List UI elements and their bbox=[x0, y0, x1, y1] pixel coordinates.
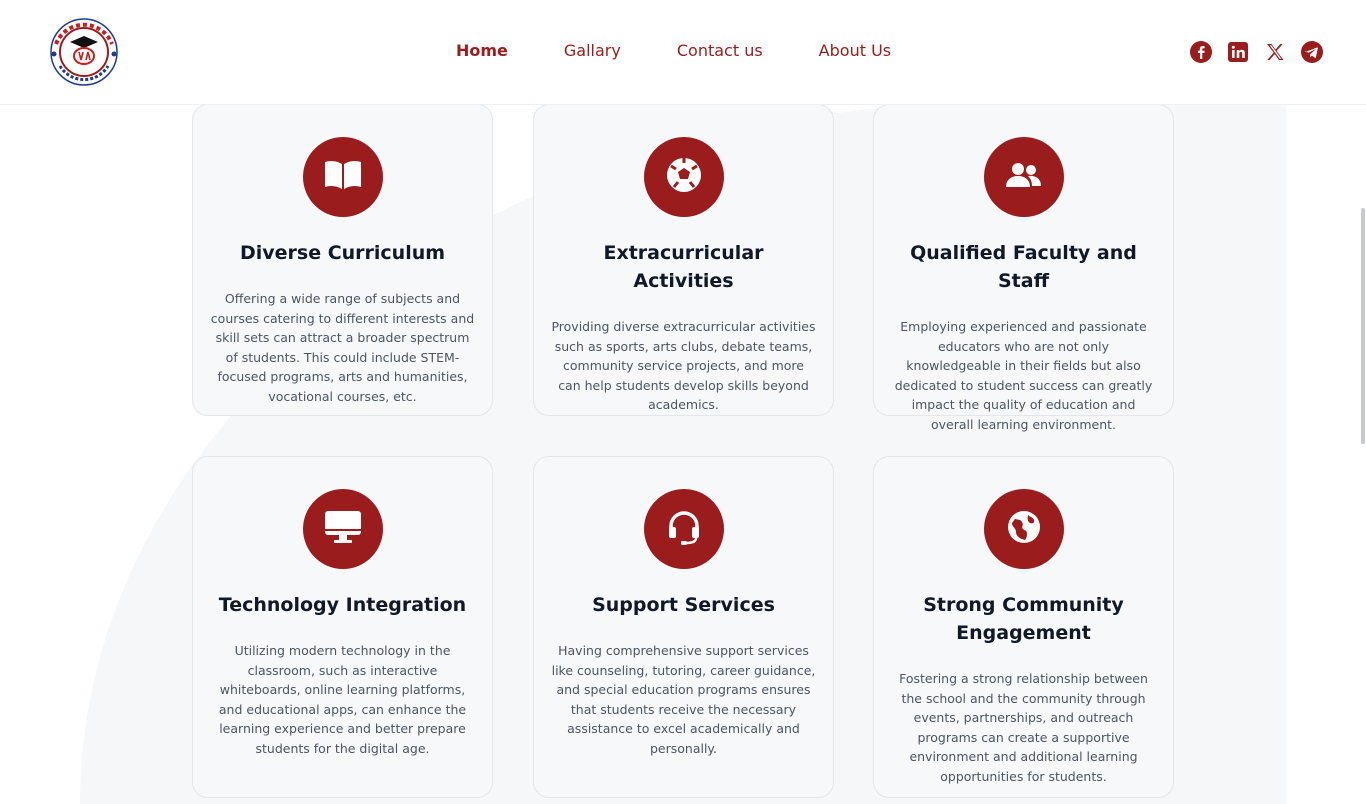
feature-card: Diverse Curriculum Offering a wide range… bbox=[192, 104, 493, 416]
facebook-icon[interactable] bbox=[1190, 41, 1212, 63]
card-title: Qualified Faculty and Staff bbox=[910, 242, 1137, 292]
linkedin-icon[interactable] bbox=[1227, 41, 1249, 63]
card-icon-circle bbox=[983, 489, 1064, 569]
social-links bbox=[1190, 41, 1323, 63]
card-text: Providing diverse extracurricular activi… bbox=[551, 319, 816, 413]
feature-card: Support Services Having comprehensive su… bbox=[533, 456, 834, 798]
main-nav: Home Gallary Contact us About Us bbox=[456, 41, 891, 60]
card-icon-circle bbox=[302, 137, 383, 217]
users-icon bbox=[1004, 161, 1044, 193]
telegram-icon[interactable] bbox=[1301, 41, 1323, 63]
globe-icon bbox=[1006, 509, 1042, 549]
nav-home[interactable]: Home bbox=[456, 41, 508, 60]
card-title: Diverse Curriculum bbox=[239, 242, 446, 264]
feature-card: Extracurricular Activities Providing div… bbox=[533, 104, 834, 416]
site-header: Home Gallary Contact us About Us bbox=[0, 0, 1366, 105]
card-text: Having comprehensive support services li… bbox=[551, 643, 816, 756]
card-title: Extracurricular Activities bbox=[603, 242, 764, 292]
card-icon-circle bbox=[643, 137, 724, 217]
feature-card: Strong Community Engagement Fostering a … bbox=[873, 456, 1174, 798]
nav-gallery[interactable]: Gallary bbox=[564, 41, 621, 60]
headset-icon bbox=[666, 509, 702, 549]
card-title: Technology Integration bbox=[218, 594, 467, 616]
feature-card: Technology Integration Utilizing modern … bbox=[192, 456, 493, 798]
card-title: Strong Community Engagement bbox=[923, 594, 1124, 644]
card-title: Support Services bbox=[592, 594, 775, 616]
monitor-icon bbox=[324, 510, 362, 548]
card-icon-circle bbox=[302, 489, 383, 569]
card-text: Utilizing modern technology in the class… bbox=[218, 643, 467, 756]
card-text: Offering a wide range of subjects and co… bbox=[210, 291, 475, 404]
book-open-icon bbox=[323, 159, 363, 195]
card-text: Fostering a strong relationship between … bbox=[899, 671, 1148, 784]
card-icon-circle bbox=[643, 489, 724, 569]
soccer-ball-icon bbox=[666, 157, 702, 197]
x-icon[interactable] bbox=[1264, 41, 1286, 63]
page-scrollbar[interactable] bbox=[1361, 208, 1365, 444]
card-icon-circle bbox=[983, 137, 1064, 217]
nav-about[interactable]: About Us bbox=[819, 41, 891, 60]
feature-card: Qualified Faculty and Staff Employing ex… bbox=[873, 104, 1174, 432]
union-academy-logo[interactable] bbox=[46, 14, 122, 90]
card-text: Employing experienced and passionate edu… bbox=[894, 319, 1153, 432]
nav-contact[interactable]: Contact us bbox=[677, 41, 763, 60]
